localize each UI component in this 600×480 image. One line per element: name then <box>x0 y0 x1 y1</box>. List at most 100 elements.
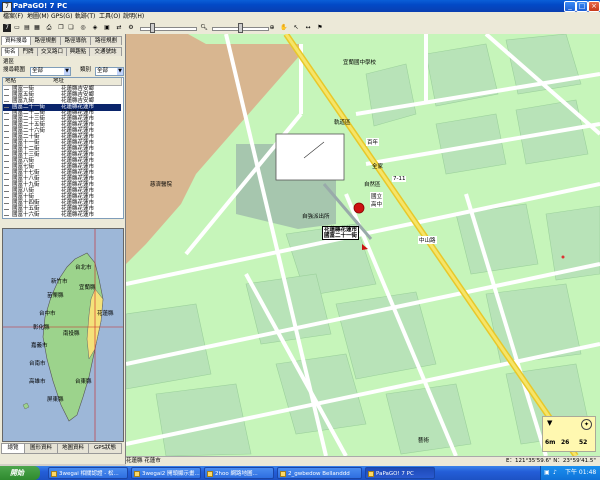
system-tray: ▣ ♪ 下午 01:48 <box>540 466 600 480</box>
window-icon <box>280 471 286 477</box>
map-label-road: 中山路 <box>418 236 437 244</box>
category-select[interactable]: 全部 ▼ <box>95 67 124 76</box>
maximize-button[interactable]: □ <box>576 1 588 12</box>
street-icon <box>4 89 9 90</box>
tab-street[interactable]: 街名 <box>1 47 19 56</box>
city-label: 屏東縣 <box>47 397 64 403</box>
menu-file[interactable]: 檔案(F) <box>3 13 23 21</box>
print-icon[interactable]: ⎙ <box>45 24 53 32</box>
street-icon <box>4 101 9 102</box>
tab-route-plan-2[interactable]: 路徑規劃 <box>90 36 122 45</box>
zoom-slider-thumb[interactable] <box>238 23 243 33</box>
pointer-icon[interactable]: ↖ <box>292 24 300 32</box>
tab-overview[interactable]: 總覽 <box>1 443 25 454</box>
speed-slider-track[interactable] <box>140 27 197 31</box>
start-button[interactable]: 開始 <box>0 466 40 480</box>
tab-poi[interactable]: 興趣點 <box>66 47 90 56</box>
task-button[interactable]: 2hoo 網路地圖... <box>204 467 274 479</box>
city-label: 苗栗縣 <box>47 293 64 299</box>
city-label: 台東縣 <box>75 379 92 385</box>
street-icon <box>4 137 9 138</box>
tab-traffic-signal[interactable]: 交通號誌 <box>89 47 122 56</box>
tab-gps-status[interactable]: GPS狀態 <box>88 443 122 454</box>
second-tab-row: 街名 門牌 交叉路口 興趣點 交通號誌 <box>0 47 125 56</box>
grid-icon[interactable]: ▣ <box>103 24 111 32</box>
category-label: 類別 <box>80 67 92 73</box>
menu-tools[interactable]: 工具(O) <box>99 13 120 21</box>
pan-hand-icon[interactable]: ✋ <box>280 24 288 32</box>
gps-icon[interactable]: ◎ <box>79 24 87 32</box>
open-folder-icon[interactable]: ▤ <box>23 24 31 32</box>
overview-map[interactable]: 台北市 宜蘭縣 新竹市 苗栗縣 台中市 彰化縣 南投縣 花蓮縣 嘉義市 台南市 … <box>2 228 124 442</box>
city-label: 花蓮縣 <box>97 311 114 317</box>
nav-panel: ▼ ✦ 6m 26 52 <box>542 416 596 452</box>
compass-icon[interactable]: ✦ <box>581 419 592 430</box>
street-icon <box>4 143 9 144</box>
location-marker[interactable] <box>353 202 365 214</box>
menu-help[interactable]: 說明(H) <box>123 13 144 21</box>
chevron-down-icon[interactable]: ▼ <box>64 68 70 75</box>
title-bar: 7 PaPaGO! 7 PC _ □ × <box>0 0 600 12</box>
chevron-down-icon[interactable]: ▼ <box>117 68 123 75</box>
menu-map[interactable]: 地圖(M) <box>27 13 49 21</box>
tab-route-plan[interactable]: 路徑規劃 <box>30 36 61 45</box>
street-icon <box>4 125 9 126</box>
save-icon[interactable]: ▦ <box>33 24 41 32</box>
taskbar: 開始 3wegai 相關認證 - 松... 3wegai2 開頭顯示畫... 2… <box>0 466 600 480</box>
layers-icon[interactable]: ◈ <box>91 24 99 32</box>
speed-slider-thumb[interactable] <box>150 23 155 33</box>
tab-search[interactable]: 資料搜尋 <box>1 36 31 45</box>
map-label-tram: 軌道區 <box>334 120 351 126</box>
copy-icon[interactable]: ❐ <box>57 24 65 32</box>
north-arrow-icon: ▼ <box>547 419 553 427</box>
tab-intersection[interactable]: 交叉路口 <box>37 47 67 56</box>
street-icon <box>4 119 9 120</box>
menu-track[interactable]: 軌跡(T) <box>75 13 95 21</box>
app-small-icon[interactable]: 7 <box>3 24 11 32</box>
tab-house-number[interactable]: 門牌 <box>18 47 38 56</box>
window-title: PaPaGO! 7 PC <box>13 2 68 10</box>
list-header-name[interactable]: 地點 <box>3 78 52 86</box>
list-header-address[interactable]: 地址 <box>51 78 122 86</box>
street-icon <box>4 173 9 174</box>
list-item[interactable]: 國富十六街 花蓮縣花蓮市 <box>3 212 121 218</box>
new-icon[interactable]: ▭ <box>13 24 21 32</box>
map-label-poi3: 7-11 <box>392 176 407 182</box>
measure-icon[interactable]: ↔ <box>304 24 312 32</box>
top-tab-row: 資料搜尋 路徑規劃 路徑導航 路徑規劃 <box>0 36 125 45</box>
task-button[interactable]: 3wegai 相關認證 - 松... <box>48 467 128 479</box>
route-icon[interactable]: ⇄ <box>115 24 123 32</box>
results-list[interactable]: 地點 地址 國富一街 花蓮縣吉安鄉 國富五街 花蓮縣吉安鄉 國富九街 花蓮縣吉安鄉 國富二十… <box>2 77 124 219</box>
network-icon[interactable]: ▣ <box>544 466 550 480</box>
tab-graphic-data[interactable]: 圖形資料 <box>24 443 58 454</box>
paste-icon[interactable]: ❏ <box>67 24 75 32</box>
tab-map-data[interactable]: 地圖資料 <box>57 443 89 454</box>
bottom-tabs: 總覽 圖形資料 地圖資料 GPS狀態 <box>0 443 125 454</box>
city-label: 台北市 <box>75 265 92 271</box>
street-icon <box>4 155 9 156</box>
settings-icon[interactable]: ⚙ <box>127 24 135 32</box>
task-button[interactable]: 3wegai2 開頭顯示畫... <box>131 467 201 479</box>
task-button[interactable]: 2_gwbedow Bellanddd <box>277 467 362 479</box>
zoom-out-icon[interactable]: 🔍︎ <box>200 24 208 32</box>
category-value: 全部 <box>97 68 109 74</box>
clock[interactable]: 下午 01:48 <box>565 466 596 480</box>
street-icon <box>4 197 9 198</box>
street-icon <box>4 167 9 168</box>
app-icon: 7 <box>2 2 12 12</box>
zoom-in-icon[interactable]: ⊕ <box>268 24 276 32</box>
minimize-button[interactable]: _ <box>564 1 576 12</box>
task-button-active[interactable]: PaPaGO! 7 PC <box>365 467 435 479</box>
main-map[interactable]: 宜蘭國中學校 慈濟醫院 軌道區 百年 全家 7-11 自然區 自強派出所 國立 … <box>126 34 600 456</box>
nav-speed: 52 <box>579 439 588 446</box>
range-select[interactable]: 全部 ▼ <box>30 67 71 76</box>
tab-route-nav[interactable]: 路徑導航 <box>60 36 91 45</box>
city-label: 嘉義市 <box>31 343 48 349</box>
street-icon <box>4 215 9 216</box>
flag-icon[interactable]: ⚑ <box>316 24 324 32</box>
volume-icon[interactable]: ♪ <box>553 466 557 480</box>
menu-gps[interactable]: GPS(G) <box>51 13 72 21</box>
street-icon <box>4 203 9 204</box>
city-label: 南投縣 <box>63 331 80 337</box>
close-button[interactable]: × <box>588 1 600 12</box>
